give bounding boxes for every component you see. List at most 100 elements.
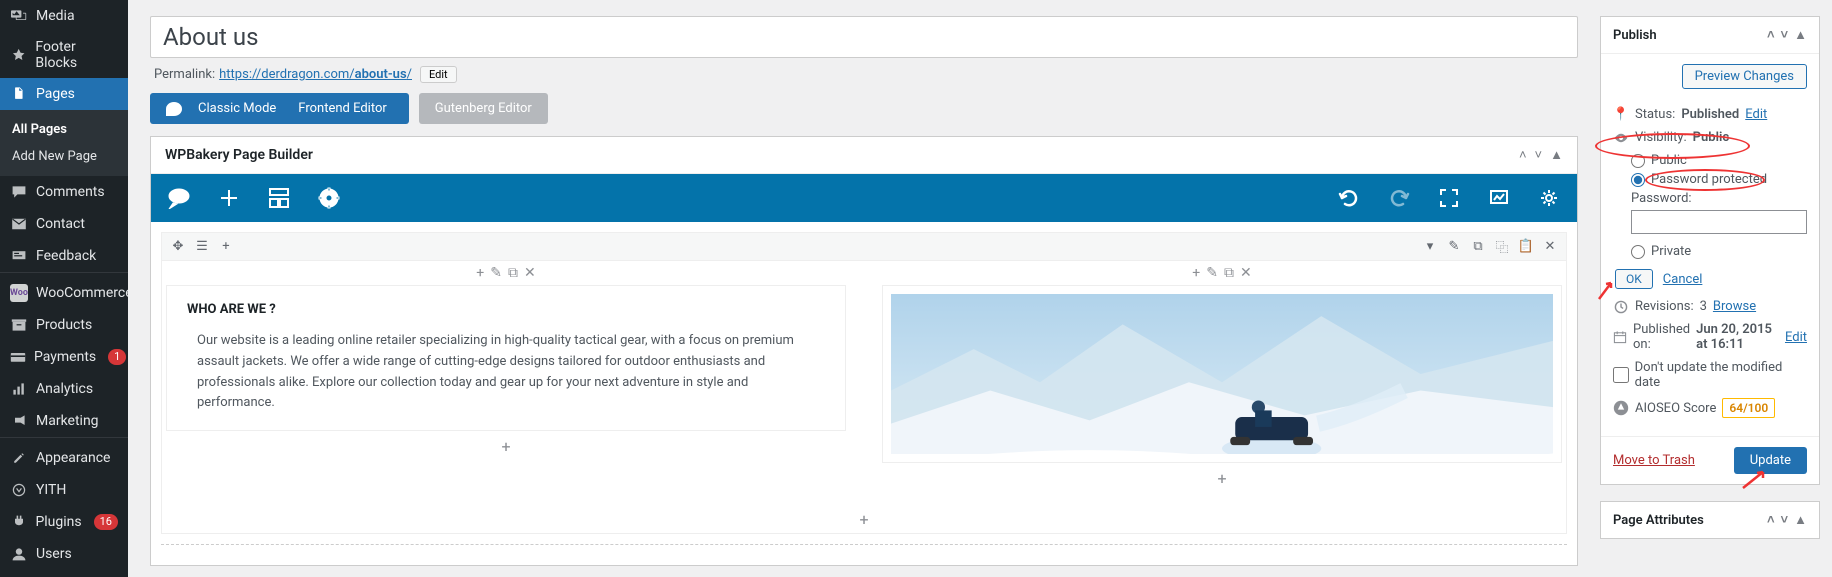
add-icon[interactable]: + (216, 237, 236, 257)
caret-up-icon[interactable]: ▲ (1794, 512, 1807, 528)
preview-changes-button[interactable]: Preview Changes (1682, 64, 1807, 89)
revisions-browse-link[interactable]: Browse (1713, 299, 1756, 314)
wpb-logo-icon[interactable] (165, 184, 193, 212)
sidebar-item-payments[interactable]: Payments 1 (0, 341, 128, 373)
wpbakery-header: WPBakery Page Builder ˄ ˅ ▲ (151, 137, 1577, 174)
ok-button[interactable]: OK (1615, 269, 1653, 289)
redo-icon[interactable] (1385, 184, 1413, 212)
sidebar-item-comments[interactable]: Comments (0, 176, 128, 208)
col-delete-icon[interactable]: ✕ (524, 265, 536, 281)
col-add-button[interactable]: + (882, 463, 1562, 494)
caret-up-icon[interactable]: ▲ (1550, 147, 1563, 163)
wpb-column-1: + ✎ ⧉ ✕ WHO ARE WE ? Our website is a le… (166, 261, 846, 494)
sidebar-label: Plugins (35, 514, 81, 530)
user-icon (10, 545, 28, 563)
paste-icon[interactable]: 📋 (1516, 237, 1536, 257)
chevron-down-icon[interactable]: ˅ (1781, 512, 1789, 528)
password-input[interactable] (1631, 210, 1807, 234)
undo-icon[interactable] (1335, 184, 1363, 212)
dont-update-checkbox[interactable] (1613, 367, 1629, 383)
col-delete-icon[interactable]: ✕ (1240, 265, 1252, 281)
classic-mode-button[interactable]: Classic Mode Frontend Editor (150, 93, 409, 124)
radio-public[interactable]: Public (1631, 153, 1807, 168)
chevron-down-icon[interactable]: ˅ (1781, 27, 1789, 43)
text-block-heading: WHO ARE WE ? (187, 302, 825, 317)
sidebar-label: Products (36, 317, 92, 333)
page-title-input[interactable] (150, 16, 1578, 58)
sidebar-item-feedback[interactable]: Feedback (0, 240, 128, 272)
wpb-toolbar (151, 174, 1577, 222)
col-add-icon[interactable]: + (1192, 265, 1200, 281)
col-copy-icon[interactable]: ⧉ (1224, 265, 1234, 281)
edit-icon[interactable]: ✎ (1444, 237, 1464, 257)
sidebar-item-marketing[interactable]: Marketing (0, 405, 128, 437)
gear-icon[interactable] (315, 184, 343, 212)
permalink-link[interactable]: https://derdragon.com/about-us/ (219, 67, 412, 82)
revisions-count: 3 (1700, 299, 1707, 314)
sidebar-label: Footer Blocks (35, 39, 118, 71)
sidebar-submenu-pages: All Pages Add New Page (0, 110, 128, 176)
sidebar-item-media[interactable]: Media (0, 0, 128, 32)
sidebar-item-footer-blocks[interactable]: Footer Blocks (0, 32, 128, 78)
publish-panel: Publish ˄ ˅ ▲ Preview Changes 📍 Status: … (1600, 16, 1820, 485)
col-add-button[interactable]: + (166, 431, 846, 462)
sidebar-item-appearance[interactable]: Appearance (0, 442, 128, 474)
template-icon[interactable] (265, 184, 293, 212)
add-element-icon[interactable] (215, 184, 243, 212)
update-button[interactable]: Update (1734, 447, 1807, 474)
sidebar-item-yith[interactable]: YITH (0, 474, 128, 506)
sidebar-item-analytics[interactable]: Analytics (0, 373, 128, 405)
revisions-label: Revisions: (1635, 299, 1694, 314)
dont-update-checkbox-row[interactable]: Don't update the modified date (1613, 360, 1807, 390)
caret-up-icon[interactable]: ▲ (1794, 27, 1807, 43)
chevron-down-icon[interactable]: ˅ (1535, 147, 1543, 163)
radio-protected-input[interactable] (1631, 173, 1645, 187)
sidebar-label: Comments (36, 184, 105, 200)
sidebar-label: Appearance (36, 450, 110, 466)
col-copy-icon[interactable]: ⧉ (508, 265, 518, 281)
settings-icon[interactable] (1535, 184, 1563, 212)
sidebar-label: YITH (36, 482, 66, 498)
row-add-button[interactable]: + (162, 506, 1566, 533)
radio-private-input[interactable] (1631, 245, 1645, 259)
sidebar-item-products[interactable]: Products (0, 309, 128, 341)
published-edit-link[interactable]: Edit (1785, 330, 1807, 345)
chevron-up-icon[interactable]: ˄ (1767, 512, 1775, 528)
presentation-icon[interactable] (1485, 184, 1513, 212)
col-edit-icon[interactable]: ✎ (490, 265, 502, 281)
sidebar-item-woocommerce[interactable]: Woo WooCommerce (0, 277, 128, 309)
move-to-trash-link[interactable]: Move to Trash (1613, 453, 1695, 468)
clone-icon[interactable]: ⿻ (1492, 237, 1512, 257)
wpb-row-controls: ✥ ☰ + ▾ ✎ ⧉ ⿻ 📋 ✕ (162, 233, 1566, 261)
col-add-icon[interactable]: + (476, 265, 484, 281)
page-attributes-panel: Page Attributes ˄ ˅ ▲ (1600, 501, 1820, 539)
sidebar-item-contact[interactable]: Contact (0, 208, 128, 240)
sidebar-item-users[interactable]: Users (0, 538, 128, 570)
image-block[interactable] (882, 285, 1562, 463)
sidebar-item-plugins[interactable]: Plugins 16 (0, 506, 128, 538)
radio-private[interactable]: Private (1631, 244, 1807, 259)
text-block[interactable]: WHO ARE WE ? Our website is a leading on… (166, 285, 846, 431)
sidebar-sub-add-new-page[interactable]: Add New Page (0, 143, 128, 170)
toggle-icon[interactable]: ▾ (1420, 237, 1440, 257)
sidebar-sub-all-pages[interactable]: All Pages (0, 116, 128, 143)
copy-icon[interactable]: ⧉ (1468, 237, 1488, 257)
chevron-up-icon[interactable]: ˄ (1519, 147, 1527, 163)
aioseo-icon (1613, 400, 1629, 416)
radio-protected[interactable]: Password protected (1631, 172, 1807, 187)
sidebar-item-pages[interactable]: Pages (0, 78, 128, 110)
delete-icon[interactable]: ✕ (1540, 237, 1560, 257)
publish-title: Publish (1613, 28, 1657, 43)
status-edit-link[interactable]: Edit (1745, 107, 1767, 122)
columns-icon[interactable]: ☰ (192, 237, 212, 257)
wpbakery-metabox: WPBakery Page Builder ˄ ˅ ▲ (150, 136, 1578, 566)
col-edit-icon[interactable]: ✎ (1206, 265, 1218, 281)
radio-public-input[interactable] (1631, 154, 1645, 168)
cancel-link[interactable]: Cancel (1663, 272, 1703, 287)
permalink-edit-button[interactable]: Edit (420, 66, 457, 83)
drag-handle-icon[interactable]: ✥ (168, 237, 188, 257)
fullscreen-icon[interactable] (1435, 184, 1463, 212)
gutenberg-button[interactable]: Gutenberg Editor (419, 93, 548, 124)
chevron-up-icon[interactable]: ˄ (1767, 27, 1775, 43)
megaphone-icon (10, 412, 28, 430)
